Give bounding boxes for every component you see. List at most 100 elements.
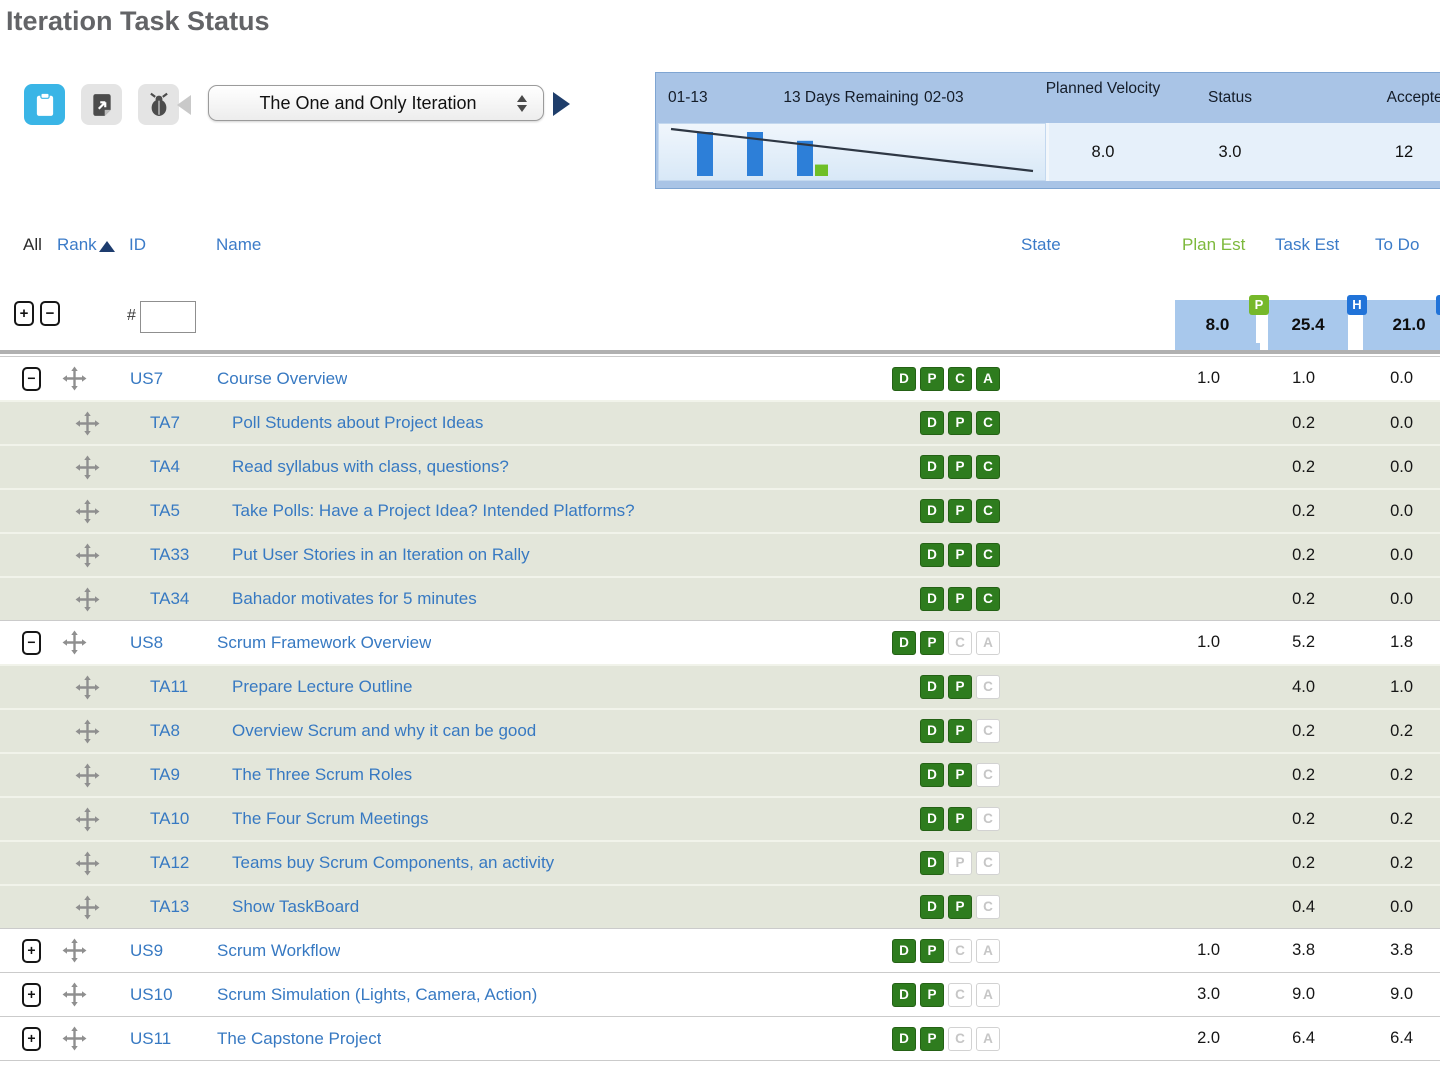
row-id-link[interactable]: US8 <box>130 633 163 653</box>
state-badge-d-filled[interactable]: D <box>920 675 944 699</box>
state-badge-c-empty[interactable]: C <box>948 1027 972 1051</box>
column-header-all[interactable]: All <box>23 235 42 255</box>
row-id-link[interactable]: TA33 <box>150 545 189 565</box>
state-badge-p-filled[interactable]: P <box>948 675 972 699</box>
row-name-link[interactable]: Put User Stories in an Iteration on Rall… <box>232 545 530 565</box>
state-badge-c-filled[interactable]: C <box>976 587 1000 611</box>
row-id-link[interactable]: TA34 <box>150 589 189 609</box>
expand-row-button[interactable]: + <box>22 1027 41 1051</box>
state-badge-c-filled[interactable]: C <box>976 455 1000 479</box>
drag-handle-icon[interactable] <box>75 543 100 568</box>
story-status-view-button[interactable] <box>81 84 122 125</box>
row-id-link[interactable]: TA12 <box>150 853 189 873</box>
drag-handle-icon[interactable] <box>75 719 100 744</box>
row-id-link[interactable]: US9 <box>130 941 163 961</box>
column-header-state[interactable]: State <box>1021 235 1061 255</box>
row-name-link[interactable]: Read syllabus with class, questions? <box>232 457 509 477</box>
state-badge-c-filled[interactable]: C <box>976 411 1000 435</box>
expand-row-button[interactable]: + <box>22 939 41 963</box>
drag-handle-icon[interactable] <box>62 938 87 963</box>
state-badge-p-filled[interactable]: P <box>948 807 972 831</box>
column-header-rank[interactable]: Rank <box>57 235 97 255</box>
state-badge-d-filled[interactable]: D <box>920 587 944 611</box>
state-badge-p-filled[interactable]: P <box>948 719 972 743</box>
state-badge-c-filled[interactable]: C <box>976 543 1000 567</box>
state-badge-a-empty[interactable]: A <box>976 939 1000 963</box>
state-badge-c-empty[interactable]: C <box>976 851 1000 875</box>
state-badge-p-filled[interactable]: P <box>948 411 972 435</box>
column-header-plan-est[interactable]: Plan Est <box>1182 235 1245 255</box>
state-badge-d-filled[interactable]: D <box>920 455 944 479</box>
drag-handle-icon[interactable] <box>75 455 100 480</box>
row-name-link[interactable]: Poll Students about Project Ideas <box>232 413 483 433</box>
state-badge-d-filled[interactable]: D <box>920 499 944 523</box>
expand-all-button[interactable]: + <box>14 301 34 326</box>
row-id-link[interactable]: TA11 <box>150 677 188 697</box>
row-name-link[interactable]: Show TaskBoard <box>232 897 359 917</box>
row-name-link[interactable]: Scrum Workflow <box>217 941 340 961</box>
defect-status-view-button[interactable] <box>138 84 179 125</box>
row-name-link[interactable]: Bahador motivates for 5 minutes <box>232 589 477 609</box>
drag-handle-icon[interactable] <box>75 851 100 876</box>
state-badge-c-empty[interactable]: C <box>948 631 972 655</box>
row-id-link[interactable]: TA8 <box>150 721 180 741</box>
column-header-name[interactable]: Name <box>216 235 261 255</box>
state-badge-a-empty[interactable]: A <box>976 983 1000 1007</box>
row-id-link[interactable]: US11 <box>130 1029 171 1049</box>
row-id-link[interactable]: TA10 <box>150 809 189 829</box>
column-header-id[interactable]: ID <box>129 235 146 255</box>
drag-handle-icon[interactable] <box>75 587 100 612</box>
row-id-link[interactable]: US10 <box>130 985 173 1005</box>
collapse-row-button[interactable]: − <box>22 631 41 655</box>
drag-handle-icon[interactable] <box>62 366 87 391</box>
state-badge-c-empty[interactable]: C <box>976 895 1000 919</box>
column-header-task-est[interactable]: Task Est <box>1275 235 1339 255</box>
row-id-link[interactable]: TA9 <box>150 765 180 785</box>
state-badge-c-empty[interactable]: C <box>976 675 1000 699</box>
drag-handle-icon[interactable] <box>75 895 100 920</box>
state-badge-p-filled[interactable]: P <box>948 763 972 787</box>
state-badge-d-filled[interactable]: D <box>920 411 944 435</box>
state-badge-d-filled[interactable]: D <box>920 543 944 567</box>
state-badge-p-filled[interactable]: P <box>920 939 944 963</box>
state-badge-p-filled[interactable]: P <box>948 895 972 919</box>
iteration-select[interactable]: The One and Only Iteration <box>208 85 544 121</box>
state-badge-d-filled[interactable]: D <box>892 939 916 963</box>
state-badge-a-empty[interactable]: A <box>976 631 1000 655</box>
row-name-link[interactable]: The Four Scrum Meetings <box>232 809 429 829</box>
state-badge-p-filled[interactable]: P <box>920 983 944 1007</box>
row-id-link[interactable]: TA4 <box>150 457 180 477</box>
state-badge-p-filled[interactable]: P <box>948 543 972 567</box>
column-header-to-do[interactable]: To Do <box>1375 235 1419 255</box>
state-badge-c-empty[interactable]: C <box>948 939 972 963</box>
row-name-link[interactable]: The Capstone Project <box>217 1029 381 1049</box>
state-badge-p-filled[interactable]: P <box>948 499 972 523</box>
row-name-link[interactable]: Scrum Framework Overview <box>217 633 431 653</box>
row-name-link[interactable]: Take Polls: Have a Project Idea? Intende… <box>232 501 635 521</box>
drag-handle-icon[interactable] <box>75 411 100 436</box>
state-badge-p-filled[interactable]: P <box>948 455 972 479</box>
state-badge-d-filled[interactable]: D <box>920 851 944 875</box>
state-badge-d-filled[interactable]: D <box>920 719 944 743</box>
state-badge-a-filled[interactable]: A <box>976 367 1000 391</box>
drag-handle-icon[interactable] <box>62 982 87 1007</box>
state-badge-d-filled[interactable]: D <box>920 807 944 831</box>
state-badge-c-filled[interactable]: C <box>976 499 1000 523</box>
state-badge-d-filled[interactable]: D <box>892 631 916 655</box>
state-badge-d-filled[interactable]: D <box>892 983 916 1007</box>
row-id-link[interactable]: TA7 <box>150 413 180 433</box>
state-badge-p-filled[interactable]: P <box>920 1027 944 1051</box>
drag-handle-icon[interactable] <box>62 630 87 655</box>
collapse-row-button[interactable]: − <box>22 367 41 391</box>
state-badge-c-empty[interactable]: C <box>976 763 1000 787</box>
row-id-link[interactable]: TA13 <box>150 897 189 917</box>
row-name-link[interactable]: Overview Scrum and why it can be good <box>232 721 536 741</box>
state-badge-p-filled[interactable]: P <box>948 587 972 611</box>
state-badge-d-filled[interactable]: D <box>920 895 944 919</box>
drag-handle-icon[interactable] <box>62 1026 87 1051</box>
state-badge-c-filled[interactable]: C <box>948 367 972 391</box>
state-badge-a-empty[interactable]: A <box>976 1027 1000 1051</box>
state-badge-d-filled[interactable]: D <box>892 1027 916 1051</box>
drag-handle-icon[interactable] <box>75 675 100 700</box>
drag-handle-icon[interactable] <box>75 807 100 832</box>
